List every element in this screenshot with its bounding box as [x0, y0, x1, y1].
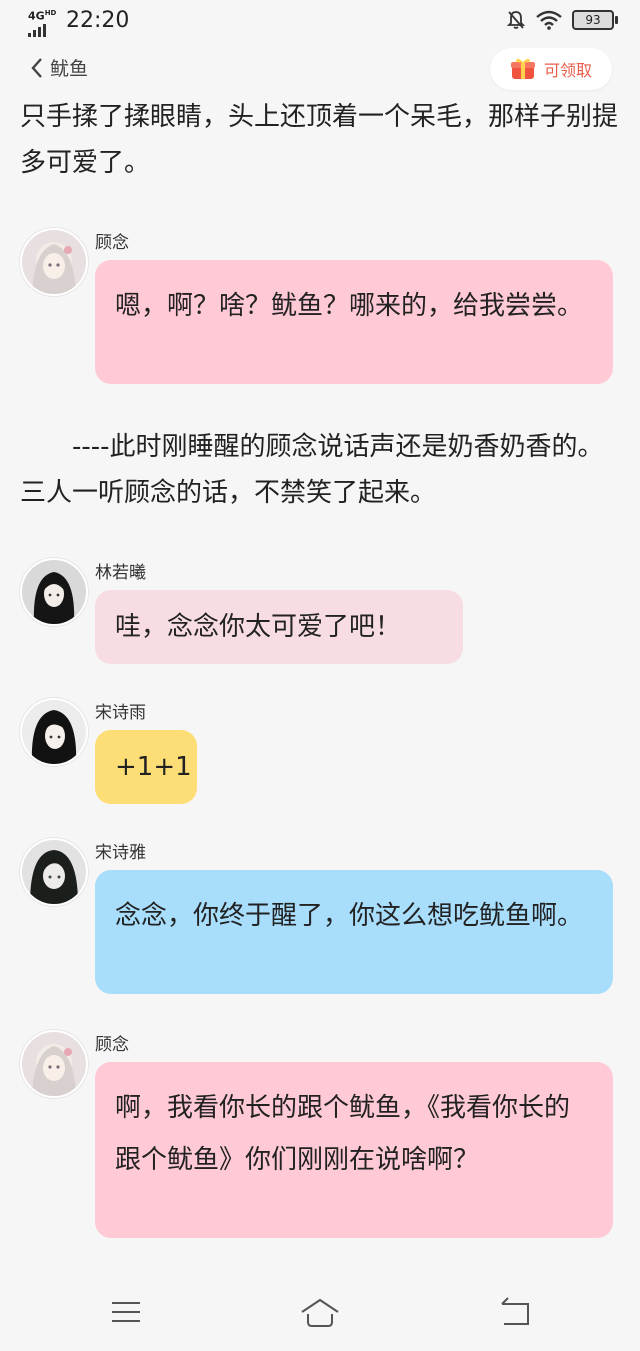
reader-content[interactable]: 只手揉了揉眼睛，头上还顶着一个呆毛，那样子别提多可爱了。 顾念 嗯，啊？啥？鱿鱼… [0, 0, 640, 1270]
chevron-left-icon [31, 57, 42, 78]
system-back-button[interactable] [494, 1292, 538, 1332]
avatar-gunian[interactable] [20, 1030, 88, 1098]
back-label: 鱿鱼 [50, 58, 89, 80]
message-bubble: 念念，你终于醒了，你这么想吃鱿鱼啊。 [95, 870, 613, 994]
message-bubble: 哇，念念你太可爱了吧！ [95, 590, 463, 664]
back-button[interactable]: 鱿鱼 [30, 54, 88, 81]
avatar-linruoxi[interactable] [20, 558, 88, 626]
home-button[interactable] [298, 1292, 342, 1332]
menu-icon [112, 1302, 140, 1322]
gift-icon [510, 58, 535, 79]
claim-label: 可领取 [543, 61, 592, 80]
menu-button[interactable] [104, 1292, 148, 1332]
top-nav: 鱿鱼 可领取 [0, 48, 640, 92]
message-bubble: +1+1 [95, 730, 197, 804]
claim-button[interactable]: 可领取 [490, 48, 612, 90]
message-bubble: 嗯，啊？啥？鱿鱼？哪来的，给我尝尝。 [95, 260, 613, 384]
story-narration: ----此时刚睡醒的顾念说话声还是奶香奶香的。三人一听顾念的话，不禁笑了起来。 [20, 432, 604, 508]
sender-name: 顾念 [95, 1035, 129, 1055]
avatar-songshiya[interactable] [20, 838, 88, 906]
sender-name: 宋诗雅 [95, 843, 146, 863]
system-nav-bar [0, 1272, 640, 1351]
sender-name: 顾念 [95, 233, 129, 253]
sender-name: 林若曦 [95, 563, 146, 583]
message-bubble: 啊，我看你长的跟个鱿鱼，《我看你长的跟个鱿鱼》你们刚刚在说啥啊？ [95, 1062, 613, 1238]
avatar-gunian[interactable] [20, 228, 88, 296]
sender-name: 宋诗雨 [95, 703, 146, 723]
avatar-songshiyu[interactable] [20, 698, 88, 766]
story-intro: 只手揉了揉眼睛，头上还顶着一个呆毛，那样子别提多可爱了。 [20, 102, 619, 178]
back-icon [501, 1297, 529, 1325]
home-icon [301, 1298, 339, 1327]
